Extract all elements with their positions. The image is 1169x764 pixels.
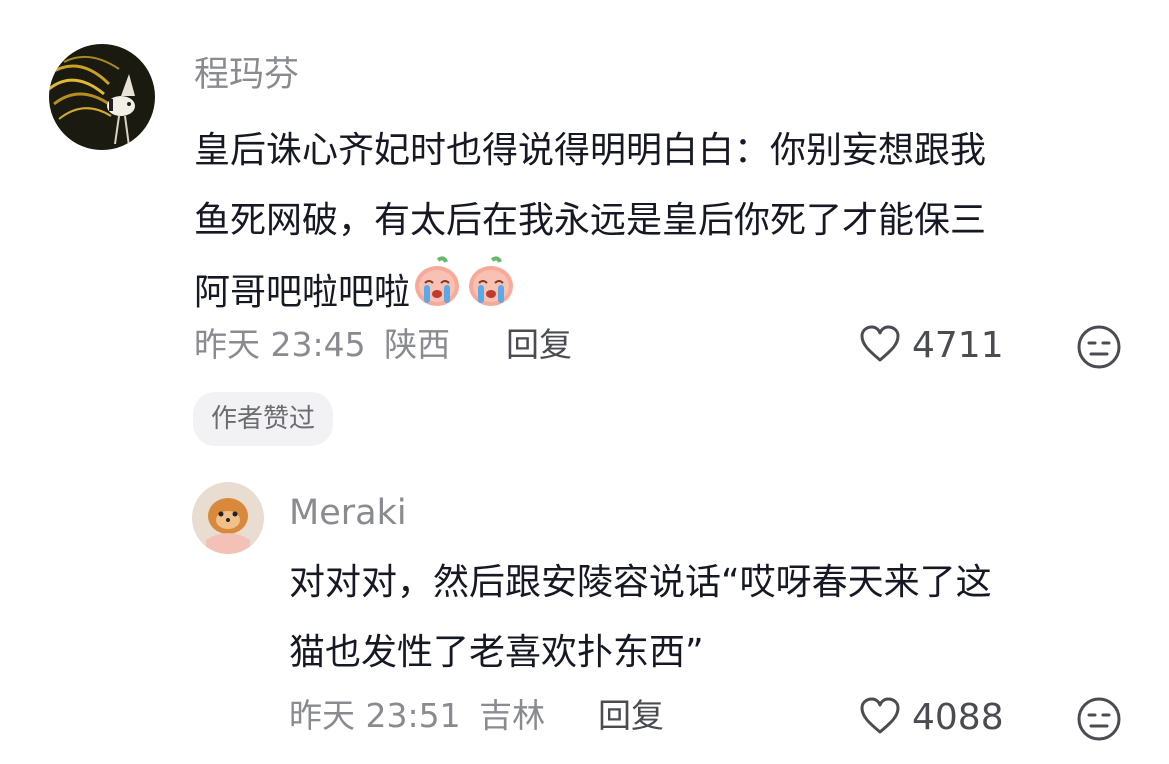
dislike-button[interactable] <box>1076 696 1122 746</box>
comment-time: 昨天 23:51 <box>289 696 461 735</box>
comment-body-text: 阿哥吧啦吧啦 <box>194 272 411 313</box>
avatar[interactable] <box>49 44 155 150</box>
comment-location: 吉林 <box>479 696 546 735</box>
reply-button[interactable]: 回复 <box>598 693 664 739</box>
neutral-face-icon <box>1076 325 1122 374</box>
avatar[interactable] <box>192 482 264 554</box>
comment-meta: 昨天 23:45 陕西 <box>194 322 450 368</box>
like-count: 4711 <box>912 325 1004 366</box>
neutral-face-icon <box>1076 697 1122 746</box>
comment-body: 对对对，然后跟安陵容说话“哎呀春天来了这 猫也发性了老喜欢扑东西” <box>289 548 992 688</box>
comment-body-line: 皇后诛心齐妃时也得说得明明白白：你别妄想跟我 <box>194 130 987 171</box>
avatar-fish-image <box>49 44 155 150</box>
comment-username[interactable]: Meraki <box>289 490 407 536</box>
comment-meta: 昨天 23:51 吉林 <box>289 693 545 739</box>
like-count: 4088 <box>912 697 1004 738</box>
comment-body-line: 对对对，然后跟安陵容说话“哎呀春天来了这 <box>289 562 992 603</box>
heart-icon <box>858 696 902 740</box>
author-liked-badge: 作者赞过 <box>193 392 334 446</box>
reply-button[interactable]: 回复 <box>506 322 572 368</box>
comment-body: 皇后诛心齐妃时也得说得明明白白：你别妄想跟我 鱼死网破，有太后在我永远是皇后你死… <box>194 116 986 334</box>
avatar-dog-image <box>192 482 264 554</box>
comment-time: 昨天 23:45 <box>194 325 366 364</box>
like-button[interactable]: 4711 <box>858 322 1004 370</box>
comment-location: 陕西 <box>384 325 451 364</box>
comment-body-line: 猫也发性了老喜欢扑东西” <box>289 632 704 673</box>
comment-username[interactable]: 程玛芬 <box>194 52 299 98</box>
comment-body-line: 鱼死网破，有太后在我永远是皇后你死了才能保三 <box>194 200 987 241</box>
dislike-button[interactable] <box>1076 324 1122 374</box>
like-button[interactable]: 4088 <box>858 694 1004 742</box>
heart-icon <box>858 324 902 368</box>
